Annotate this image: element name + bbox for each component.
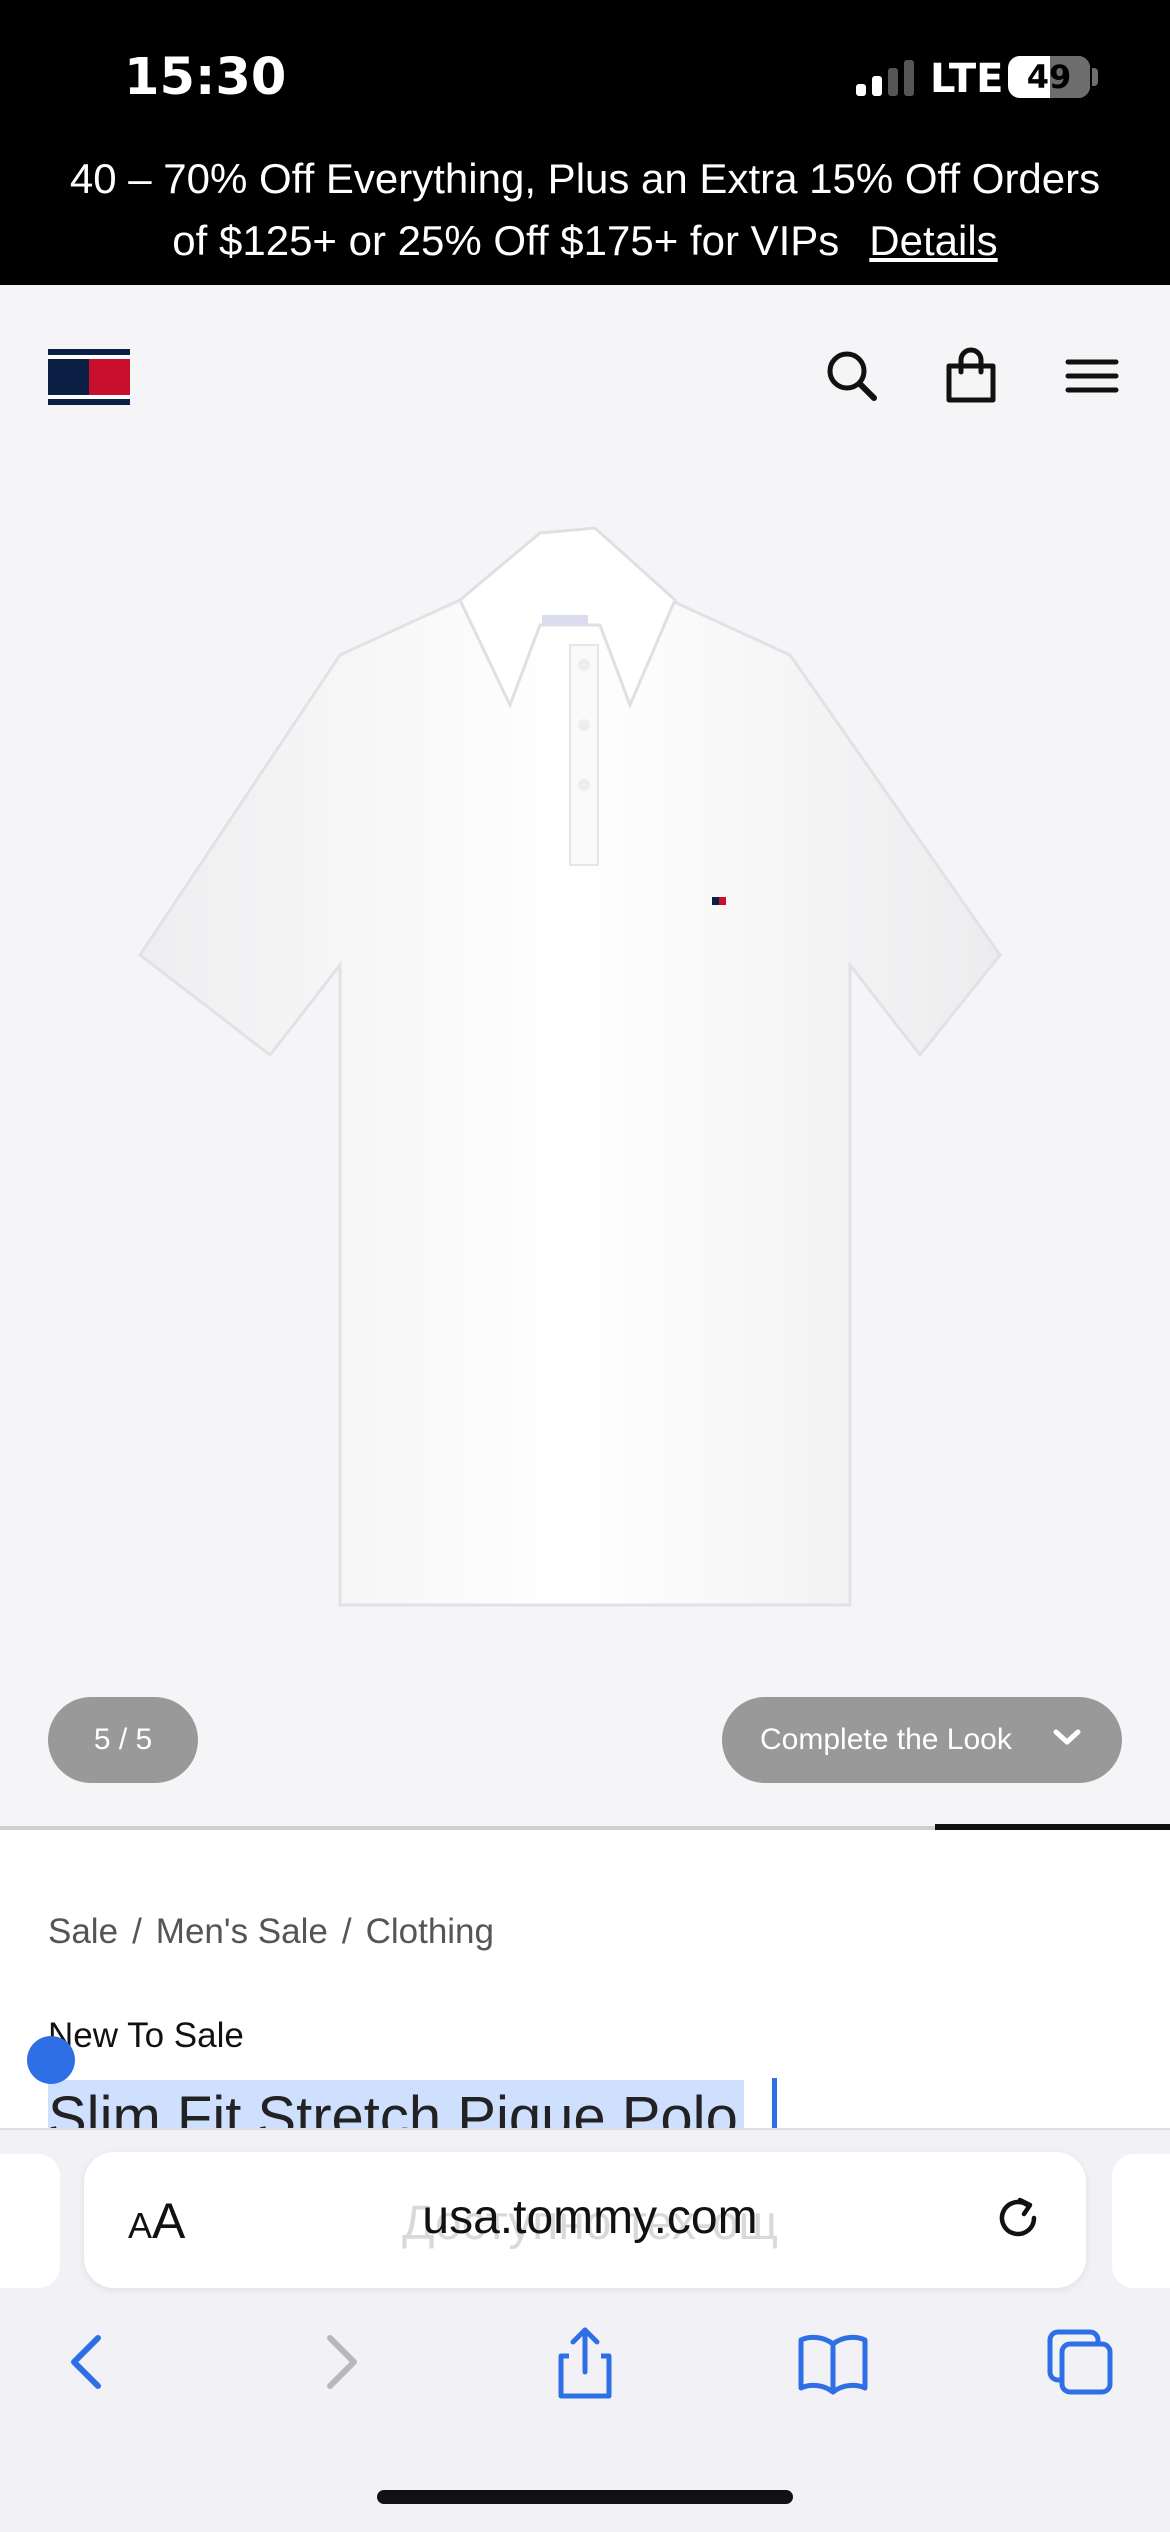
back-icon[interactable] <box>48 2322 128 2402</box>
complete-the-look-button[interactable]: Complete the Look <box>722 1697 1122 1783</box>
signal-icon <box>856 58 916 96</box>
reload-icon[interactable] <box>990 2190 1046 2246</box>
breadcrumb-clothing[interactable]: Clothing <box>366 1912 494 1951</box>
battery-icon: 49 <box>1008 56 1090 98</box>
menu-icon[interactable] <box>1056 340 1128 412</box>
gallery-counter: 5 / 5 <box>48 1697 198 1783</box>
battery-nub <box>1092 68 1098 86</box>
battery-percent: 49 <box>1026 58 1072 96</box>
breadcrumb-sale[interactable]: Sale <box>48 1912 118 1951</box>
new-to-sale-label: New To Sale <box>48 2016 244 2055</box>
status-time: 15:30 <box>124 48 287 107</box>
promo-details-link[interactable]: Details <box>869 217 997 264</box>
product-image <box>137 526 1002 1607</box>
tabs-icon[interactable] <box>1040 2322 1120 2402</box>
complete-the-look-label: Complete the Look <box>760 1723 1012 1756</box>
forward-icon[interactable] <box>300 2322 380 2402</box>
promo-text: 40 – 70% Off Everything, Plus an Extra 1… <box>40 148 1130 272</box>
tommy-flag-logo[interactable] <box>48 349 130 405</box>
product-title[interactable]: Slim Fit Stretch Pique Polo <box>48 2080 744 2130</box>
bookmarks-icon[interactable] <box>793 2322 873 2402</box>
previous-tab-preview[interactable] <box>0 2154 60 2288</box>
search-icon[interactable] <box>816 340 888 412</box>
product-title-wrap: Slim Fit Stretch Pique Polo <box>48 2080 788 2130</box>
promo-line-1: 40 – 70% Off Everything, Plus an Extra 1… <box>69 155 1101 202</box>
url-text[interactable]: usa.tommy.com <box>360 2190 820 2245</box>
promo-line-2: of $125+ or 25% Off $175+ for VIPs <box>172 217 840 264</box>
bag-icon[interactable] <box>935 340 1007 412</box>
product-gallery[interactable] <box>0 430 1170 1830</box>
breadcrumb: Sale / Men's Sale / Clothing <box>48 1912 494 1951</box>
selection-caret[interactable] <box>772 2078 777 2130</box>
home-indicator <box>377 2490 793 2504</box>
next-tab-preview[interactable] <box>1112 2154 1170 2288</box>
text-size-button[interactable]: AA <box>128 2192 185 2250</box>
selection-handle[interactable] <box>27 2036 75 2084</box>
network-label: LTE <box>930 56 1004 102</box>
breadcrumb-mens-sale[interactable]: Men's Sale <box>156 1912 328 1951</box>
chevron-down-icon <box>1053 1729 1081 1745</box>
share-icon[interactable] <box>545 2322 625 2402</box>
